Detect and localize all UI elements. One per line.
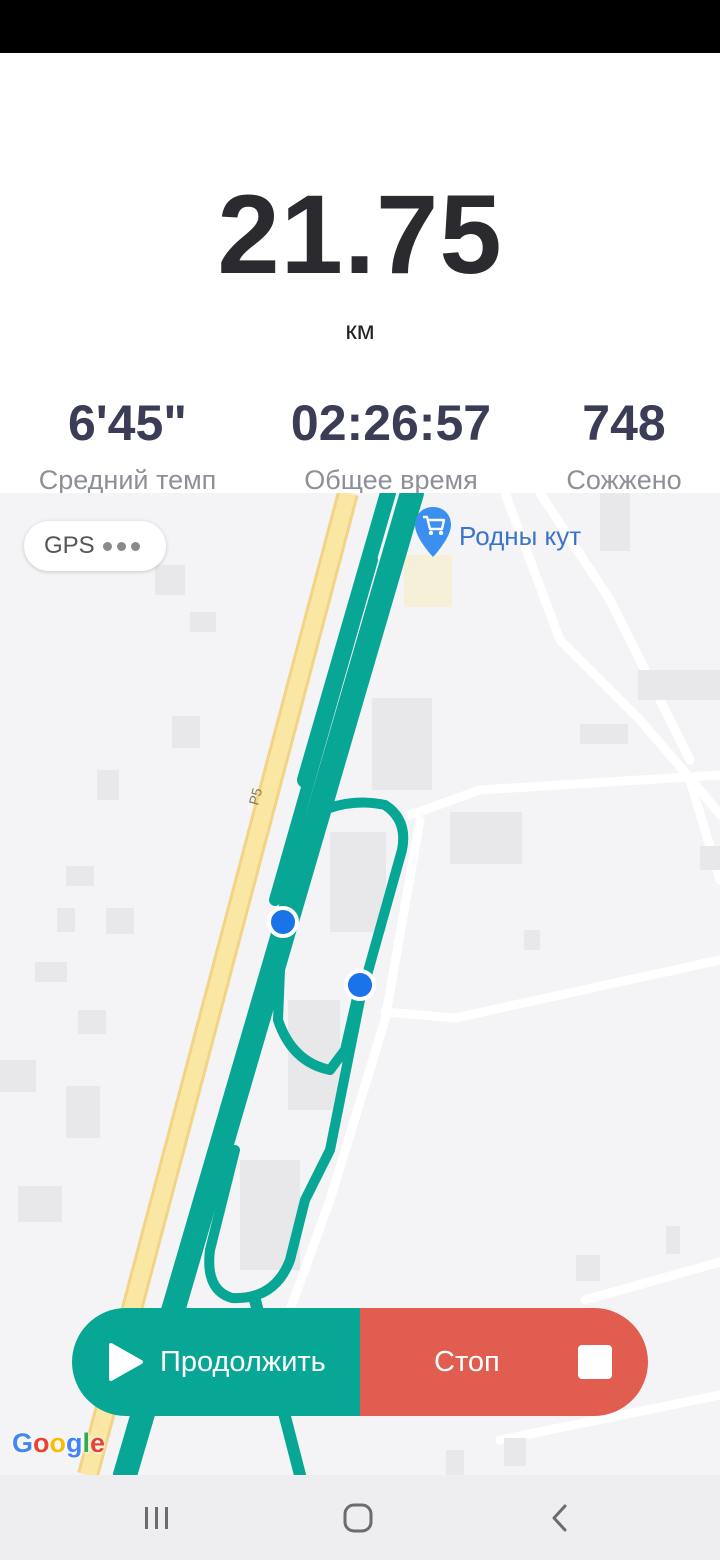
stop-label: Стоп: [434, 1345, 500, 1378]
play-icon: [109, 1343, 143, 1381]
google-attribution: Google: [12, 1428, 106, 1458]
workout-stats: 21.75 км 6'45" Средний темп 02:26:57 Общ…: [0, 53, 720, 496]
distance-value: 21.75: [217, 172, 503, 297]
stop-button[interactable]: Стоп: [360, 1308, 648, 1416]
avg-pace-metric: 6'45" Средний темп: [20, 393, 235, 496]
total-time-value: 02:26:57: [290, 395, 492, 451]
calories-metric: 748 Сожжено: [548, 393, 700, 496]
calories-label: Сожжено: [566, 465, 682, 495]
home-button[interactable]: [298, 1475, 418, 1560]
poi-marker[interactable]: Родны кут: [413, 505, 581, 559]
resume-label: Продолжить: [160, 1345, 326, 1378]
status-bar: [0, 0, 720, 53]
total-time-metric: 02:26:57 Общее время: [275, 393, 507, 496]
resume-button[interactable]: Продолжить: [72, 1308, 360, 1416]
distance-unit: км: [345, 315, 375, 345]
gps-status[interactable]: GPS: [24, 521, 166, 571]
stop-icon: [578, 1345, 612, 1379]
workout-controls: Продолжить Стоп: [72, 1308, 648, 1416]
avg-pace-value: 6'45": [67, 395, 188, 451]
gps-label: GPS: [44, 532, 95, 559]
location-marker: [344, 969, 376, 1001]
home-icon: [343, 1503, 373, 1532]
avg-pace-label: Средний темп: [38, 465, 217, 495]
recent-apps-button[interactable]: [97, 1475, 217, 1560]
total-time-label: Общее время: [304, 465, 478, 495]
shopping-cart-pin-icon: [415, 507, 451, 557]
recent-apps-icon: [145, 1506, 168, 1529]
back-icon: [552, 1504, 567, 1531]
back-button[interactable]: [500, 1475, 620, 1560]
system-navigation-bar: [0, 1475, 720, 1560]
dots-icon: [102, 541, 145, 551]
calories-value: 748: [582, 395, 666, 451]
poi-name: Родны кут: [459, 521, 582, 551]
location-marker: [267, 906, 299, 938]
